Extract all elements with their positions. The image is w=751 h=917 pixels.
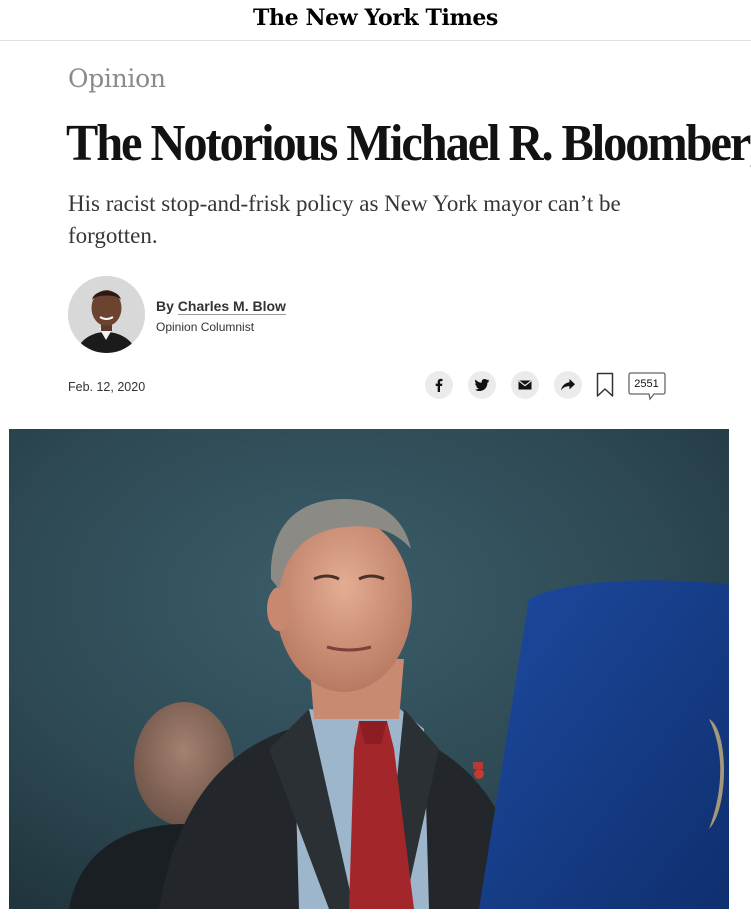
email-share-button[interactable]: [511, 371, 539, 399]
comment-count: 2551: [634, 378, 659, 390]
save-article-button[interactable]: [596, 372, 614, 398]
byline: By Charles M. Blow: [156, 298, 286, 315]
more-share-button[interactable]: [554, 371, 582, 399]
masthead: The New York Times: [0, 0, 751, 41]
author-role: Opinion Columnist: [156, 320, 255, 334]
email-icon: [518, 380, 532, 390]
article-headline: The Notorious Michael R. Bloomberg: [66, 115, 751, 172]
hero-photo: [9, 429, 729, 909]
section-kicker[interactable]: Opinion: [68, 64, 166, 93]
comments-button[interactable]: 2551: [628, 372, 666, 402]
facebook-icon: [435, 378, 443, 392]
article-summary: His racist stop-and-frisk policy as New …: [68, 191, 621, 248]
author-link[interactable]: Charles M. Blow: [177, 298, 286, 315]
byline-prefix: By: [156, 298, 178, 314]
nyt-logo[interactable]: The New York Times: [0, 5, 751, 31]
facebook-share-button[interactable]: [425, 371, 453, 399]
twitter-icon: [475, 379, 489, 391]
share-icon: [561, 379, 575, 391]
author-avatar[interactable]: [68, 276, 145, 353]
twitter-share-button[interactable]: [468, 371, 496, 399]
bookmark-icon: [596, 372, 614, 397]
publish-date: Feb. 12, 2020: [68, 380, 146, 394]
